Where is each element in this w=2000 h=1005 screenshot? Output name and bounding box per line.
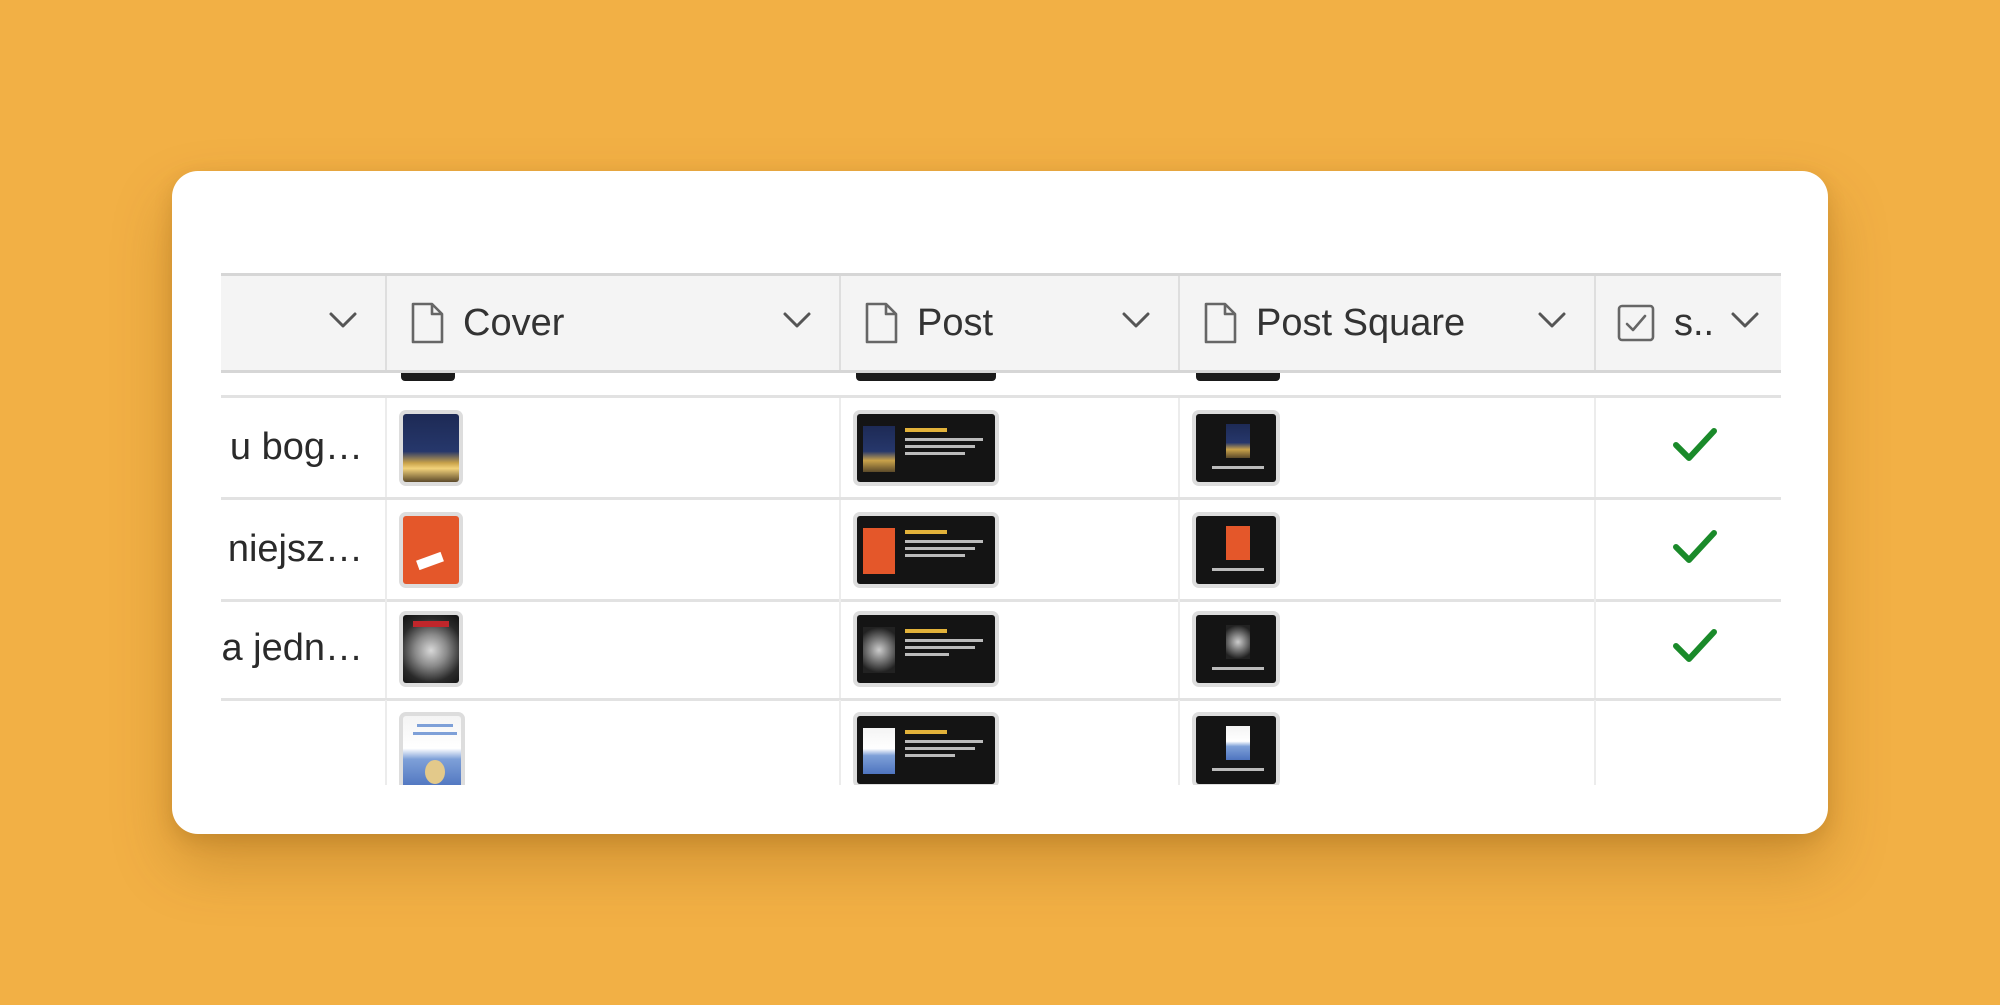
file-icon: [1204, 302, 1237, 344]
cover-thumbnail[interactable]: [399, 512, 463, 588]
cover-thumbnail[interactable]: [399, 611, 463, 687]
column-header-post-square[interactable]: Post Square: [1180, 276, 1596, 370]
chevron-down-icon[interactable]: [1729, 309, 1761, 331]
file-icon: [411, 302, 444, 344]
column-header-name[interactable]: [221, 276, 387, 370]
table-row[interactable]: [221, 700, 1781, 785]
checkbox-cell[interactable]: [1596, 500, 1781, 599]
cover-cell[interactable]: [387, 500, 841, 599]
database-card: Cover Post Post Square s.. u bog… niejsz…: [172, 171, 1828, 834]
column-header-post[interactable]: Post: [841, 276, 1180, 370]
column-label-post: Post: [917, 301, 994, 344]
table-row[interactable]: a jedn…: [221, 599, 1781, 701]
post-square-cell[interactable]: [1180, 599, 1596, 698]
thumbnail-stub: [856, 373, 996, 381]
post-square-thumbnail[interactable]: [1192, 712, 1280, 785]
column-header-cover[interactable]: Cover: [387, 276, 841, 370]
post-square-cell[interactable]: [1180, 700, 1596, 785]
checkbox-icon: [1617, 304, 1655, 342]
name-cell[interactable]: niejsz…: [221, 500, 387, 599]
checkbox-cell[interactable]: [1596, 599, 1781, 698]
post-square-thumbnail[interactable]: [1192, 410, 1280, 486]
file-icon: [865, 302, 898, 344]
cover-thumbnail[interactable]: [399, 410, 463, 486]
post-square-thumbnail[interactable]: [1192, 611, 1280, 687]
name-cell[interactable]: a jedn…: [221, 599, 387, 698]
row-name: a jedn…: [221, 627, 363, 669]
cover-cell[interactable]: [387, 700, 841, 785]
chevron-down-icon[interactable]: [327, 309, 359, 331]
check-icon[interactable]: [1672, 626, 1718, 666]
name-cell[interactable]: u bog…: [221, 398, 387, 497]
table-row[interactable]: niejsz…: [221, 500, 1781, 602]
chevron-down-icon[interactable]: [1120, 309, 1152, 331]
post-cell[interactable]: [841, 398, 1180, 497]
checkbox-cell[interactable]: [1596, 398, 1781, 497]
chevron-down-icon[interactable]: [1536, 309, 1568, 331]
cover-thumbnail[interactable]: [399, 712, 465, 785]
clipped-title: [250, 171, 950, 231]
row-name: niejsz…: [227, 528, 363, 570]
post-square-cell[interactable]: [1180, 398, 1596, 497]
name-cell[interactable]: [221, 700, 387, 785]
post-square-cell[interactable]: [1180, 500, 1596, 599]
post-cell[interactable]: [841, 700, 1180, 785]
checkbox-cell[interactable]: [1596, 700, 1781, 785]
chevron-down-icon[interactable]: [781, 309, 813, 331]
post-thumbnail[interactable]: [853, 712, 999, 785]
row-name: u bog…: [229, 426, 363, 468]
column-label-cover: Cover: [463, 301, 565, 344]
check-icon[interactable]: [1672, 527, 1718, 567]
table-row-partial: [221, 373, 1781, 398]
column-label-post-square: Post Square: [1256, 301, 1466, 344]
thumbnail-stub: [1196, 373, 1280, 381]
cover-cell[interactable]: [387, 398, 841, 497]
post-cell[interactable]: [841, 599, 1180, 698]
column-header-checkbox[interactable]: s..: [1596, 276, 1781, 370]
post-cell[interactable]: [841, 500, 1180, 599]
column-label-checkbox: s..: [1674, 301, 1715, 344]
post-thumbnail[interactable]: [853, 611, 999, 687]
post-thumbnail[interactable]: [853, 512, 999, 588]
thumbnail-stub: [401, 373, 455, 381]
table-row[interactable]: u bog…: [221, 398, 1781, 500]
cover-cell[interactable]: [387, 599, 841, 698]
post-thumbnail[interactable]: [853, 410, 999, 486]
database-table: Cover Post Post Square s.. u bog… niejsz…: [221, 273, 1781, 785]
post-square-thumbnail[interactable]: [1192, 512, 1280, 588]
table-header: Cover Post Post Square s..: [221, 273, 1781, 373]
check-icon[interactable]: [1672, 425, 1718, 465]
